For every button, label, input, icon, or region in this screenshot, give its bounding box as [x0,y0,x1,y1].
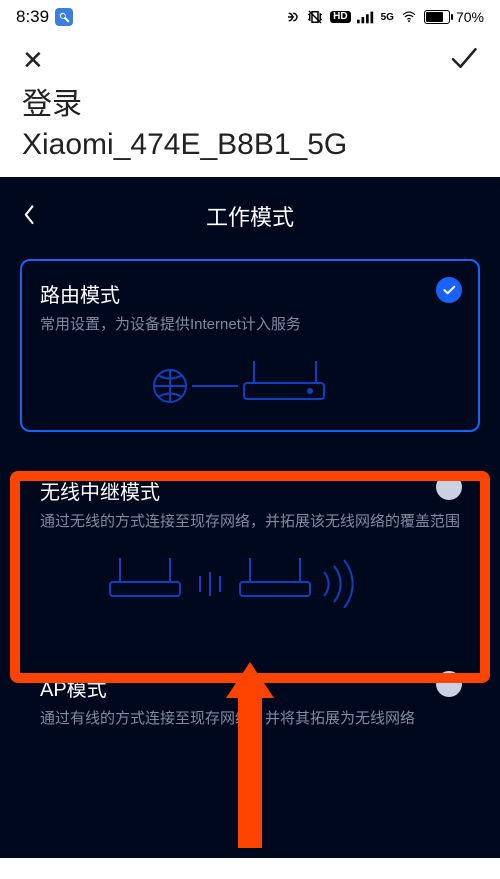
router-admin-page: 工作模式 路由模式 常用设置，为设备提供Internet计入服务 [0,177,500,858]
page-label: 登录 [22,86,478,124]
mode-card-repeater[interactable]: 无线中继模式 通过无线的方式连接至现存网络，并拓展该无线网络的覆盖范围 [20,456,480,629]
back-button[interactable] [20,199,40,232]
router-mode-illustration-icon [40,346,460,416]
status-bar: 8:39 HD 5G 70% [0,0,500,34]
confirm-button[interactable] [448,43,478,78]
mode-card-desc: 通过无线的方式连接至现存网络，并拓展该无线网络的覆盖范围 [40,511,460,533]
mode-card-desc: 常用设置，为设备提供Internet计入服务 [40,314,460,336]
vibrate-silent-icon [306,8,324,26]
repeater-mode-illustration-icon [40,543,460,613]
address-area: 登录 Xiaomi_474E_B8B1_5G [0,86,500,177]
browser-toolbar: ✕ [0,34,500,86]
wifi-icon [400,10,418,24]
page-host: Xiaomi_474E_B8B1_5G [22,126,478,164]
status-time: 8:39 [16,7,49,27]
mode-radio[interactable] [436,474,462,500]
battery-percent: 70% [456,9,484,25]
close-button[interactable]: ✕ [22,45,44,76]
mode-card-title: 路由模式 [40,279,460,308]
hd-badge: HD [330,11,350,23]
page-title: 工作模式 [0,200,500,232]
mode-radio-selected[interactable] [436,277,462,303]
mode-card-title: 无线中继模式 [40,476,460,505]
link-icon [282,8,300,26]
page-header: 工作模式 [0,191,500,241]
mode-radio[interactable] [436,671,462,697]
signal-icon [357,10,375,24]
network-type-badge: 5G [381,12,394,23]
mode-card-title: AP模式 [40,673,460,702]
battery-icon [424,10,450,24]
mode-card-ap[interactable]: AP模式 通过有线的方式连接至现存网络，并将其拓展为无线网络 [20,653,480,746]
wrench-icon [55,8,73,26]
mode-cards: 路由模式 常用设置，为设备提供Internet计入服务 无线中继模式 [0,241,500,745]
mode-card-desc: 通过有线的方式连接至现存网络，并将其拓展为无线网络 [40,708,460,730]
mode-card-router[interactable]: 路由模式 常用设置，为设备提供Internet计入服务 [20,259,480,432]
